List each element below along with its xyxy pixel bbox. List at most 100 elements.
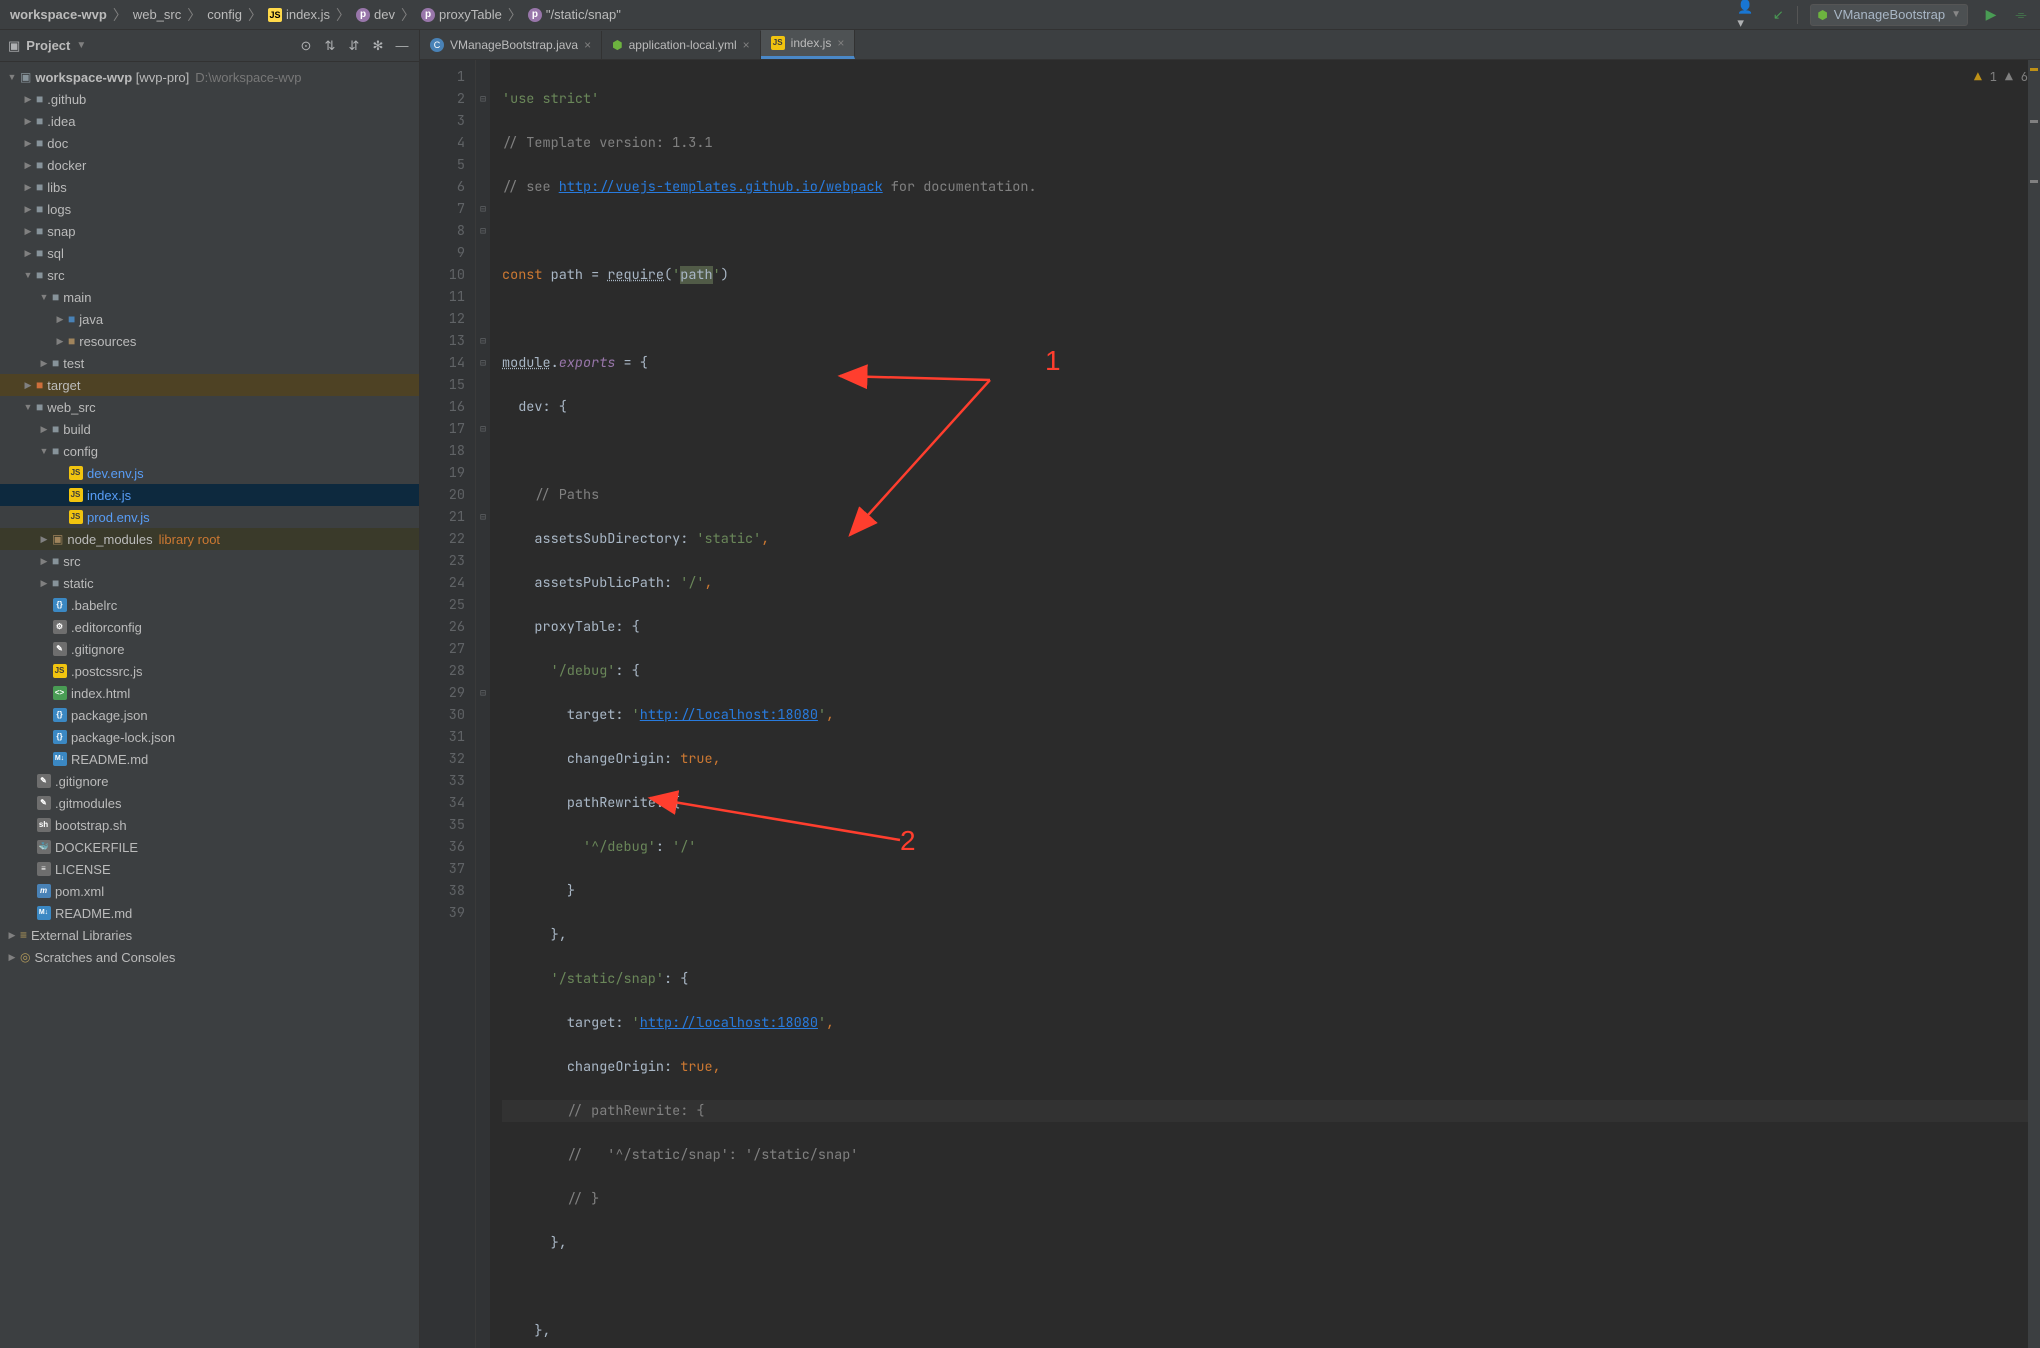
spring-boot-icon: ⬢ (1817, 8, 1827, 22)
code-content[interactable]: 'use strict' // Template version: 1.3.1 … (490, 60, 2040, 1348)
settings-icon[interactable]: ✻ (369, 37, 387, 55)
tree-file[interactable]: {}package.json (0, 704, 419, 726)
crumb-folder[interactable]: web_src (131, 7, 183, 22)
tree-file-selected[interactable]: JSindex.js (0, 484, 419, 506)
crumb-file[interactable]: JSindex.js (266, 7, 332, 22)
tree-scratches[interactable]: ▶◎Scratches and Consoles (0, 946, 419, 968)
tree-file[interactable]: mpom.xml (0, 880, 419, 902)
crumb-project[interactable]: workspace-wvp (8, 7, 109, 22)
tree-file[interactable]: JSdev.env.js (0, 462, 419, 484)
tree-file[interactable]: M↓README.md (0, 902, 419, 924)
dropdown-arrow-icon: ▼ (1951, 9, 1961, 20)
tree-folder[interactable]: ▶▣node_moduleslibrary root (0, 528, 419, 550)
tree-folder[interactable]: ▶■doc (0, 132, 419, 154)
tree-folder[interactable]: ▼■config (0, 440, 419, 462)
annotation-label-2: 2 (900, 830, 916, 852)
annotation-label-1: 1 (1045, 350, 1061, 372)
project-panel-title: Project (26, 38, 70, 53)
toolbar-right: 👤▾ ↙ ⬢ VManageBootstrap ▼ ▶ ⌯ (1737, 4, 2032, 26)
js-icon: JS (268, 8, 282, 22)
tree-folder[interactable]: ▶■.github (0, 88, 419, 110)
tree-folder[interactable]: ▶■static (0, 572, 419, 594)
tree-folder[interactable]: ▼■src (0, 264, 419, 286)
line-number-gutter: 1234567891011121314151617181920212223242… (420, 60, 476, 1348)
tree-external-libraries[interactable]: ▶≡External Libraries (0, 924, 419, 946)
run-configuration-select[interactable]: ⬢ VManageBootstrap ▼ (1810, 4, 1968, 26)
tree-file[interactable]: <>index.html (0, 682, 419, 704)
tree-folder[interactable]: ▶■resources (0, 330, 419, 352)
java-class-icon: C (430, 38, 444, 52)
tree-project-root[interactable]: ▼▣workspace-wvp [wvp-pro]D:\workspace-wv… (0, 66, 419, 88)
property-icon: p (421, 8, 435, 22)
tree-file[interactable]: ✎.gitmodules (0, 792, 419, 814)
crumb-symbol[interactable]: p"/static/snap" (526, 7, 623, 22)
run-button[interactable]: ▶ (1980, 4, 2002, 26)
tab-label: application-local.yml (629, 38, 737, 52)
dropdown-arrow-icon[interactable]: ▼ (76, 40, 86, 51)
weak-warning-count: 6 (2021, 66, 2028, 88)
project-tool-window: ▣ Project ▼ ⊙ ⇅ ⇵ ✻ — ▼▣workspace-wvp [w… (0, 30, 420, 1348)
tree-folder[interactable]: ▶■java (0, 308, 419, 330)
crumb-folder[interactable]: config (205, 7, 244, 22)
inspection-indicators[interactable]: ▲1 ▲6 (1974, 66, 2028, 88)
tree-file[interactable]: shbootstrap.sh (0, 814, 419, 836)
property-icon: p (528, 8, 542, 22)
tree-folder[interactable]: ▶■libs (0, 176, 419, 198)
project-tree[interactable]: ▼▣workspace-wvp [wvp-pro]D:\workspace-wv… (0, 62, 419, 1348)
chevron-icon: 〉 (185, 5, 203, 25)
editor-tabs: C VManageBootstrap.java × ⬢ application-loc… (420, 30, 2040, 60)
tree-folder[interactable]: ▶■logs (0, 198, 419, 220)
tree-file[interactable]: ✎.gitignore (0, 770, 419, 792)
tree-file[interactable]: {}package-lock.json (0, 726, 419, 748)
close-icon[interactable]: × (837, 36, 844, 50)
tree-folder[interactable]: ▼■main (0, 286, 419, 308)
editor-tab-active[interactable]: JSindex.js× (761, 30, 856, 59)
property-icon: p (356, 8, 370, 22)
tree-file[interactable]: M↓README.md (0, 748, 419, 770)
tree-folder[interactable]: ▶■test (0, 352, 419, 374)
warning-icon: ▲ (1974, 66, 1982, 88)
tree-file[interactable]: JSprod.env.js (0, 506, 419, 528)
hide-icon[interactable]: — (393, 37, 411, 55)
tree-file[interactable]: JS.postcssrc.js (0, 660, 419, 682)
warning-count: 1 (1990, 66, 1997, 88)
editor-tab[interactable]: ⬢ application-local.yml × (602, 31, 761, 59)
fold-gutter[interactable]: ⊟⊟⊟⊟⊟⊟⊟⊟ (476, 60, 490, 1348)
tree-folder[interactable]: ▶■docker (0, 154, 419, 176)
spring-boot-icon: ⬢ (612, 38, 622, 52)
chevron-icon: 〉 (246, 5, 264, 25)
debug-button[interactable]: ⌯ (2010, 4, 2032, 26)
js-icon: JS (771, 36, 785, 50)
project-panel-header: ▣ Project ▼ ⊙ ⇅ ⇵ ✻ — (0, 30, 419, 62)
close-icon[interactable]: × (743, 38, 750, 52)
editor-scrollbar[interactable] (2028, 60, 2040, 1348)
select-opened-file-icon[interactable]: ⊙ (297, 37, 315, 55)
chevron-icon: 〉 (399, 5, 417, 25)
collapse-all-icon[interactable]: ⇵ (345, 37, 363, 55)
chevron-icon: 〉 (111, 5, 129, 25)
tree-folder[interactable]: ▶■snap (0, 220, 419, 242)
tree-folder[interactable]: ▶■build (0, 418, 419, 440)
tree-folder[interactable]: ▶■src (0, 550, 419, 572)
close-icon[interactable]: × (584, 38, 591, 52)
editor-tab[interactable]: C VManageBootstrap.java × (420, 31, 602, 59)
tab-label: VManageBootstrap.java (450, 38, 578, 52)
chevron-icon: 〉 (506, 5, 524, 25)
tree-folder-target[interactable]: ▶■target (0, 374, 419, 396)
tree-folder[interactable]: ▶■sql (0, 242, 419, 264)
tree-folder[interactable]: ▶■.idea (0, 110, 419, 132)
tree-file[interactable]: ≡LICENSE (0, 858, 419, 880)
tree-folder[interactable]: ▼■web_src (0, 396, 419, 418)
code-editor[interactable]: 1234567891011121314151617181920212223242… (420, 60, 2040, 1348)
vcs-update-icon[interactable]: ↙ (1767, 4, 1789, 26)
tree-file[interactable]: 🐳DOCKERFILE (0, 836, 419, 858)
crumb-symbol[interactable]: pproxyTable (419, 7, 504, 22)
crumb-symbol[interactable]: pdev (354, 7, 397, 22)
tree-file[interactable]: ✎.gitignore (0, 638, 419, 660)
expand-all-icon[interactable]: ⇅ (321, 37, 339, 55)
tree-file[interactable]: ⚙.editorconfig (0, 616, 419, 638)
user-icon[interactable]: 👤▾ (1737, 4, 1759, 26)
tree-file[interactable]: {}.babelrc (0, 594, 419, 616)
project-view-icon[interactable]: ▣ (8, 38, 20, 54)
chevron-icon: 〉 (334, 5, 352, 25)
